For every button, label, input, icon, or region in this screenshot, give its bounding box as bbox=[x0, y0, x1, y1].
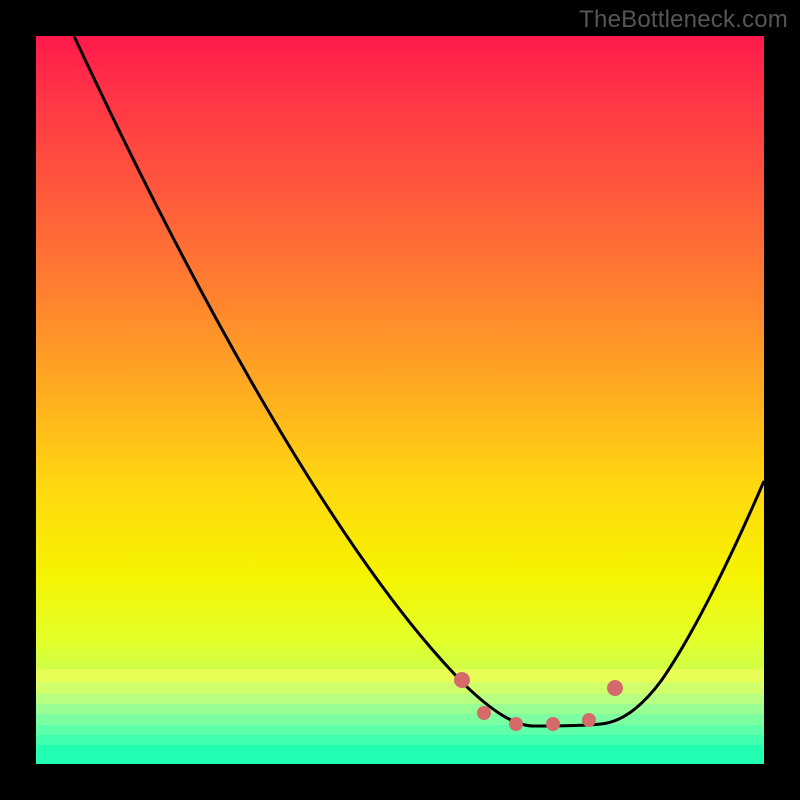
chart-frame: TheBottleneck.com bbox=[0, 0, 800, 800]
highlight-dot bbox=[454, 672, 470, 688]
highlight-dot bbox=[509, 717, 523, 731]
watermark-text: TheBottleneck.com bbox=[579, 6, 788, 34]
highlight-dot bbox=[546, 717, 560, 731]
optimal-range-dots bbox=[36, 36, 764, 764]
highlight-dot bbox=[477, 706, 491, 720]
highlight-dot bbox=[607, 680, 623, 696]
plot-area bbox=[36, 36, 764, 764]
highlight-dot bbox=[582, 713, 596, 727]
